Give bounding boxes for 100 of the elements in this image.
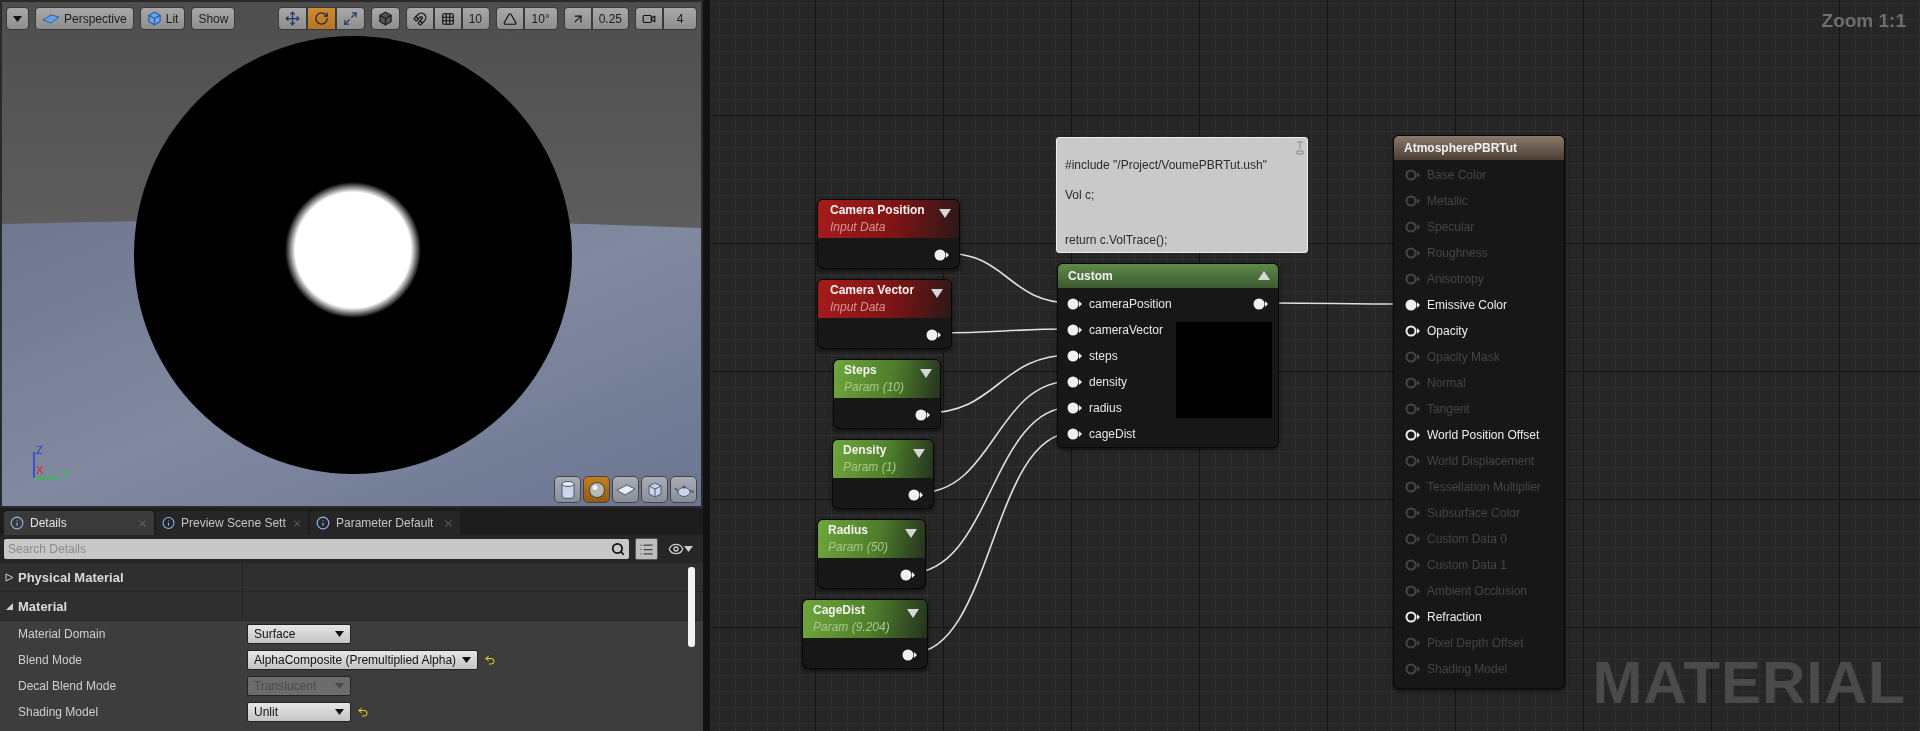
output-pin-icon[interactable] (908, 489, 924, 501)
transform-tool-button[interactable] (335, 7, 365, 30)
input-pin-icon[interactable] (1405, 507, 1421, 519)
snap-toggle-button[interactable] (635, 7, 663, 30)
caret-icon (462, 657, 472, 663)
view-mode-button[interactable]: Show (191, 7, 236, 30)
input-pin-icon[interactable] (1405, 377, 1421, 389)
transform-tool-button[interactable] (277, 7, 307, 30)
input-pin-icon[interactable] (1405, 455, 1421, 467)
cube-icon (646, 481, 663, 498)
node-title: Radius (828, 523, 869, 537)
snap-toggle-button[interactable] (563, 7, 592, 30)
input-pin-icon[interactable] (1405, 169, 1421, 181)
magnet-icon (412, 11, 427, 26)
transform-tool-button[interactable] (306, 7, 336, 30)
parameter-node[interactable]: Camera Position Input Data (817, 199, 960, 269)
input-pin-icon[interactable] (1405, 221, 1421, 233)
dropdown[interactable]: Unlit (247, 702, 351, 722)
input-pin-icon[interactable] (1405, 481, 1421, 493)
angle-icon (502, 11, 517, 26)
close-icon[interactable] (443, 517, 454, 529)
pin-label: cameraPosition (1089, 297, 1172, 311)
preview-shape-button[interactable] (554, 476, 581, 503)
scrollbar[interactable] (688, 567, 695, 647)
input-pin-icon[interactable] (1067, 428, 1083, 440)
parameter-node[interactable]: Camera Vector Input Data (817, 279, 952, 349)
pin-label: density (1089, 375, 1128, 389)
input-pin-icon[interactable] (1067, 376, 1083, 388)
preview-shape-button[interactable] (670, 476, 697, 503)
output-pin-icon[interactable] (926, 329, 942, 341)
dropdown-arrow-icon[interactable] (913, 449, 925, 458)
preview-shape-button[interactable] (612, 476, 639, 503)
input-pin-icon[interactable] (1405, 195, 1421, 207)
expand-icon[interactable] (5, 572, 14, 582)
comment-bubble[interactable]: #include "/Project/VoumePBRTut.ush" Vol c; return c.VolTrace(); (1056, 137, 1308, 253)
output-pin-icon[interactable] (900, 569, 916, 581)
dropdown-arrow-icon[interactable] (907, 609, 919, 618)
input-pin-icon[interactable] (1405, 273, 1421, 285)
node-title: Camera Position (830, 203, 926, 217)
output-pin-icon[interactable] (934, 249, 950, 261)
output-pin-icon[interactable] (902, 649, 918, 661)
custom-node[interactable]: Custom cameraPosition cameraVector steps density radius cageDist (1057, 263, 1279, 448)
input-pin-icon[interactable] (1405, 351, 1421, 363)
realtime-button[interactable] (370, 7, 400, 30)
output-pin-icon[interactable] (1253, 298, 1269, 310)
panel-tab[interactable]: Details (4, 511, 154, 535)
input-pin-icon[interactable] (1067, 350, 1083, 362)
reset-icon[interactable] (357, 706, 369, 718)
parameter-node[interactable]: Density Param (1) (832, 439, 934, 509)
category-label[interactable]: Physical Material (18, 569, 124, 585)
input-pin-icon[interactable] (1405, 247, 1421, 259)
snap-toggle-button[interactable] (495, 7, 524, 30)
input-pin-icon[interactable] (1405, 429, 1421, 441)
collapse-arrow-icon[interactable] (1258, 271, 1270, 280)
input-pin-icon[interactable] (1405, 403, 1421, 415)
dropdown-arrow-icon[interactable] (939, 209, 951, 218)
snap-value-button[interactable]: 0.25 (591, 7, 629, 30)
dropdown-arrow-icon[interactable] (920, 369, 932, 378)
collapse-icon[interactable] (5, 601, 14, 611)
surface-snap-button[interactable] (405, 7, 434, 30)
input-pin-icon[interactable] (1067, 298, 1083, 310)
view-mode-button[interactable]: Lit (139, 7, 186, 30)
snap-value-button[interactable]: 10° (523, 7, 558, 30)
category-label[interactable]: Material (18, 598, 68, 614)
input-pin-icon[interactable] (1405, 663, 1421, 675)
input-pin-icon[interactable] (1405, 611, 1421, 623)
property-name: Shading Model (17, 705, 100, 719)
axis-label: Z (36, 444, 43, 456)
reset-icon[interactable] (484, 654, 497, 666)
output-pin-icon[interactable] (915, 409, 931, 421)
snap-value-button[interactable]: 10 (461, 7, 490, 30)
view-list-button[interactable] (635, 538, 658, 560)
cube-icon (377, 11, 393, 26)
snap-toggle-button[interactable] (433, 7, 462, 30)
input-pin-icon[interactable] (1405, 559, 1421, 571)
preview-shape-button[interactable] (641, 476, 668, 503)
snap-value-button[interactable]: 4 (663, 7, 697, 30)
dropdown[interactable]: AlphaComposite (Premultiplied Alpha) (247, 650, 479, 670)
dropdown-arrow-icon[interactable] (905, 529, 917, 538)
dropdown-arrow-icon[interactable] (931, 289, 943, 298)
preview-shape-button[interactable] (583, 476, 610, 503)
input-pin-icon[interactable] (1405, 533, 1421, 545)
search-field[interactable]: Search Details (4, 539, 629, 559)
node-title: Density (843, 443, 888, 457)
panel-tab[interactable]: Preview Scene Sett (156, 511, 308, 535)
input-pin-icon[interactable] (1405, 637, 1421, 649)
dropdown[interactable]: Surface (247, 624, 351, 644)
info-icon (162, 516, 176, 530)
caret-icon (335, 683, 344, 689)
view-options-button[interactable] (6, 7, 29, 30)
input-pin-icon[interactable] (1067, 402, 1083, 414)
input-pin-icon[interactable] (1405, 585, 1421, 597)
input-pin-icon[interactable] (1067, 324, 1083, 336)
input-pin-icon[interactable] (1405, 325, 1421, 337)
panel-tab[interactable]: Parameter Default (310, 511, 460, 535)
property-name: Blend Mode (17, 653, 84, 667)
result-node[interactable] (1393, 135, 1565, 689)
view-mode-button[interactable]: Perspective (35, 7, 134, 30)
input-pin-icon[interactable] (1405, 299, 1421, 311)
node-subtitle: Input Data (830, 220, 887, 234)
